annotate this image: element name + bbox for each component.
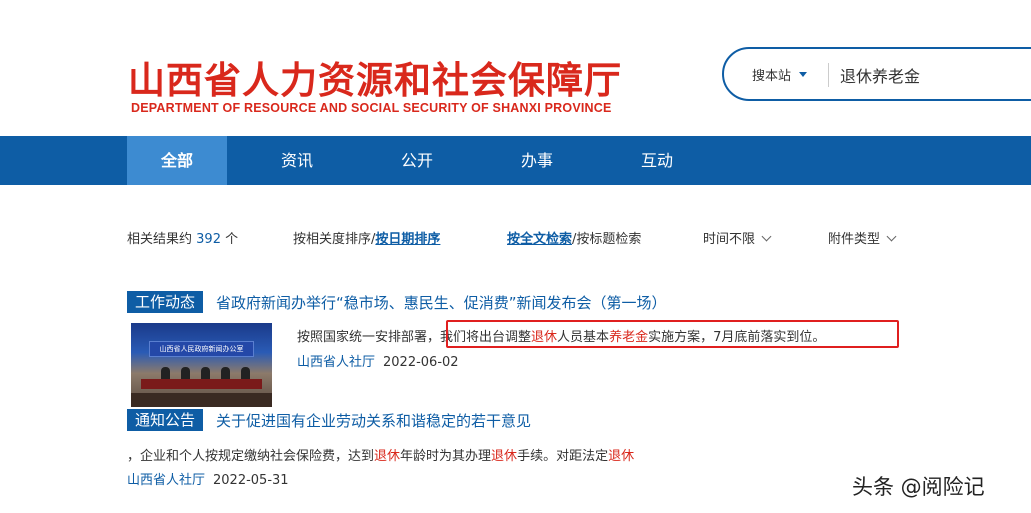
result-date: 2022-06-02	[383, 355, 459, 370]
snippet-text: 按照国家统一安排部署，	[297, 330, 441, 345]
result-source: 山西省人社厅 2022-05-31	[127, 469, 289, 488]
result-category-tag: 工作动态	[127, 291, 204, 313]
nav-tab-news[interactable]: 资讯	[247, 136, 347, 185]
result-snippet: ，企业和个人按规定缴纳社会保险费，达到退休年龄时为其办理退休手续。对距法定退休	[127, 445, 634, 464]
watermark-text: 头条 @阅险记	[852, 475, 985, 499]
annotation-highlight-box	[446, 320, 899, 348]
nav-tab-all[interactable]: 全部	[127, 136, 227, 185]
sort-relevance-link[interactable]: 按相关度排序	[293, 232, 371, 247]
snippet-text: 年龄时为其办理	[400, 449, 492, 464]
result-count-value: 392	[196, 232, 221, 247]
result-title-link[interactable]: 省政府新闻办举行“稳市场、惠民生、促消费”新闻发布会（第一场）	[216, 292, 667, 313]
search-scope-label: 搜本站	[752, 69, 792, 84]
filter-bar: 相关结果约 392 个 按相关度排序/按日期排序 按全文检索/按标题检索 时间不…	[0, 228, 1031, 248]
nav-tab-services[interactable]: 办事	[487, 136, 587, 185]
search-fulltext-link[interactable]: 按全文检索	[507, 232, 572, 247]
snippet-text: 手续。对距法定	[517, 449, 609, 464]
search-mode-options: 按全文检索/按标题检索	[507, 228, 641, 247]
search-divider	[828, 63, 829, 87]
site-logo-subtitle: DEPARTMENT OF RESOURCE AND SOCIAL SECURI…	[131, 101, 612, 115]
sort-date-link[interactable]: 按日期排序	[375, 232, 440, 247]
thumbnail-banner-text: 山西省人民政府新闻办公室	[159, 345, 244, 353]
search-box: 搜本站	[722, 47, 1031, 101]
time-filter-label: 时间不限	[703, 232, 756, 247]
thumbnail-audience	[131, 393, 272, 407]
caret-down-icon	[799, 72, 808, 77]
result-source-link[interactable]: 山西省人社厅	[297, 355, 375, 370]
nav-tab-interact[interactable]: 互动	[607, 136, 707, 185]
attachment-filter-dropdown[interactable]: 附件类型	[828, 228, 897, 247]
chevron-down-icon	[761, 231, 772, 242]
search-scope-dropdown[interactable]: 搜本站	[752, 65, 808, 84]
result-count: 相关结果约 392 个	[127, 228, 238, 247]
result-source: 山西省人社厅 2022-06-02	[297, 351, 459, 370]
result-count-suffix: 个	[225, 232, 239, 247]
site-header: 山西省人力资源和社会保障厅 DEPARTMENT OF RESOURCE AND…	[0, 0, 1031, 136]
thumbnail-banner: 山西省人民政府新闻办公室	[149, 341, 254, 357]
thumbnail-desk	[141, 379, 262, 389]
snippet-highlight: 退休	[491, 449, 518, 464]
site-logo-title[interactable]: 山西省人力资源和社会保障厅	[128, 50, 622, 104]
result-count-prefix: 相关结果约	[127, 232, 193, 247]
main-nav: 全部 资讯 公开 办事 互动	[0, 136, 1031, 185]
result-thumbnail[interactable]: 山西省人民政府新闻办公室	[131, 323, 272, 407]
attachment-filter-label: 附件类型	[828, 232, 881, 247]
nav-tab-public[interactable]: 公开	[367, 136, 467, 185]
snippet-highlight: 退休	[374, 449, 401, 464]
time-filter-dropdown[interactable]: 时间不限	[703, 228, 772, 247]
snippet-highlight: 退休	[608, 449, 635, 464]
result-title-link[interactable]: 关于促进国有企业劳动关系和谐稳定的若干意见	[216, 410, 531, 431]
search-title-link[interactable]: 按标题检索	[576, 232, 641, 247]
sort-options: 按相关度排序/按日期排序	[293, 228, 440, 247]
result-date: 2022-05-31	[213, 473, 289, 488]
result-category-tag: 通知公告	[127, 409, 204, 431]
snippet-text: ，企业和个人按规定缴纳社会保险费，达到	[127, 449, 375, 464]
search-input[interactable]	[840, 62, 1031, 88]
result-source-link[interactable]: 山西省人社厅	[127, 473, 205, 488]
chevron-down-icon	[886, 231, 897, 242]
